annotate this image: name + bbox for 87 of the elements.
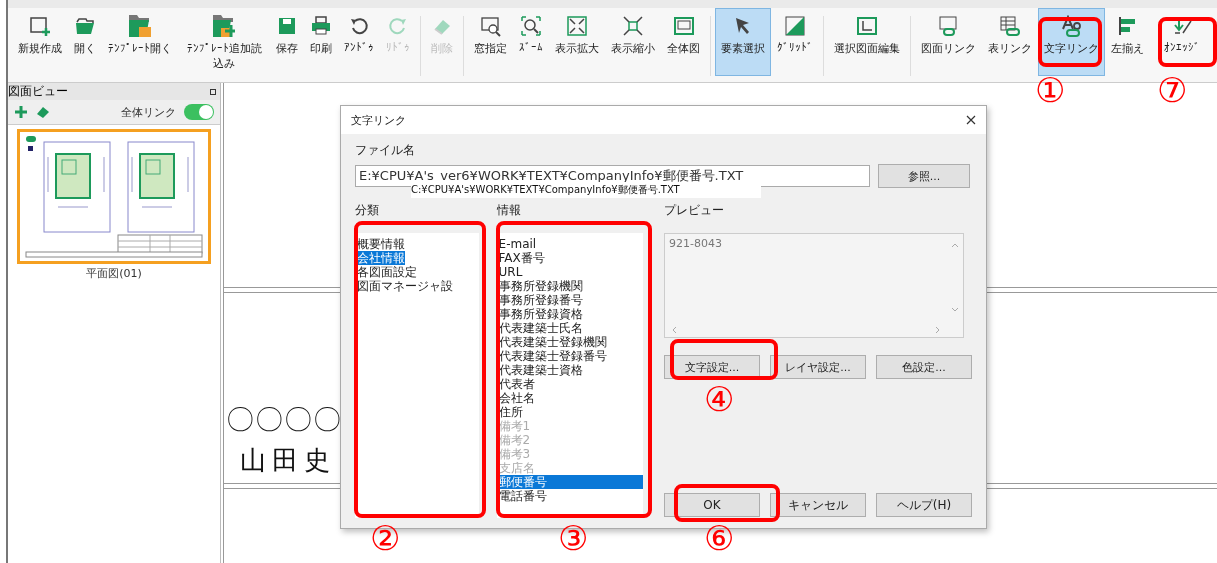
list-item[interactable]: 事務所登録機関 [496, 279, 643, 293]
preview-label: プレビュー [664, 202, 725, 219]
list-item[interactable]: 図面マネージャ設 [355, 279, 453, 293]
expand-icon [566, 15, 588, 37]
template-folder-icon [129, 15, 151, 37]
printer-icon [310, 15, 332, 37]
toolbar-button[interactable]: 図面リンク [915, 8, 982, 76]
highlight-frame [1158, 17, 1217, 67]
toolbar-button[interactable]: 開く [68, 8, 102, 76]
step-number: ③ [558, 520, 589, 556]
canvas-text: 山田史 [240, 444, 336, 477]
list-item[interactable]: 事務所登録資格 [496, 307, 643, 321]
list-item[interactable]: 会社名 [496, 391, 643, 405]
scroll-down-icon [951, 306, 959, 313]
scroll-up-icon [951, 242, 959, 249]
redo-icon [387, 15, 409, 37]
text-link-icon [1060, 15, 1083, 37]
list-item[interactable]: 概要情報 [355, 237, 405, 251]
list-item[interactable]: 代表建築士氏名 [496, 321, 643, 335]
list-item[interactable]: 電話番号 [496, 489, 643, 503]
panel-title: 図面ビュー [8, 83, 68, 100]
link-all-toggle[interactable] [184, 104, 214, 120]
dialog-button[interactable]: ヘルプ(H) [876, 493, 972, 517]
toolbar-button[interactable]: 表示縮小 [605, 8, 661, 76]
toolbar-button[interactable]: 表リンク [982, 8, 1038, 76]
toolbar-button[interactable]: 全体図 [661, 8, 706, 76]
table-link-icon [999, 15, 1021, 37]
list-item[interactable]: 代表者 [496, 377, 643, 391]
list-label: 分類 [355, 202, 380, 219]
toolbar-button[interactable]: 窓指定 [468, 8, 513, 76]
list-label: 情報 [496, 202, 522, 219]
toolbar-button[interactable]: 選択図面編集 [828, 8, 906, 76]
settings-button[interactable]: レイヤ設定... [770, 355, 866, 379]
drawing-link-icon [937, 15, 960, 37]
dialog-button[interactable]: キャンセル [770, 493, 866, 517]
zoom-icon [520, 15, 542, 37]
window-zoom-icon [479, 15, 502, 37]
thumbnail-label: 平面図(01) [86, 266, 142, 281]
save-icon [276, 15, 298, 37]
toolbar-button[interactable]: 保存 [270, 8, 304, 76]
list-item[interactable]: 住所 [496, 405, 643, 419]
path-caption: C:¥CPU¥A's¥WORK¥TEXT¥CompanyInfo¥郵便番号.TXT [411, 182, 761, 198]
list-item[interactable]: 会社情報 [355, 251, 405, 265]
step-number: ② [370, 520, 401, 556]
preview-text: 921-8043 [668, 236, 723, 252]
toolbar-button[interactable]: ｸﾞﾘｯﾄﾞ [771, 8, 819, 76]
link-all-label: 全体リンク [121, 104, 176, 120]
toolbar-button[interactable]: 新規作成 [12, 8, 68, 76]
list-item[interactable]: E-mail [496, 237, 643, 251]
list-item[interactable]: 事務所登録番号 [496, 293, 643, 307]
full-view-icon [672, 15, 695, 37]
list-item[interactable]: 代表建築士登録機関 [496, 335, 643, 349]
field-label: ファイル名 [355, 142, 416, 159]
dialog-button[interactable]: OK [664, 493, 760, 517]
list-item[interactable]: 代表建築士資格 [496, 363, 643, 377]
list-item[interactable]: FAX番号 [496, 251, 643, 265]
pin-icon [210, 88, 216, 95]
toolbar-button[interactable]: ｽﾞｰﾑ [513, 8, 549, 76]
toolbar-button[interactable]: 要素選択 [715, 8, 771, 76]
shrink-icon [622, 15, 644, 37]
canvas-text: 〇〇〇〇 [226, 402, 342, 438]
highlight-frame [1038, 17, 1102, 67]
close-icon[interactable] [966, 115, 976, 125]
browse-button[interactable]: 参照... [878, 164, 970, 188]
grid-icon [784, 15, 806, 37]
toolbar-button[interactable]: ﾃﾝﾌﾟﾚｰﾄ追加読込み [178, 8, 270, 76]
template-add-icon [213, 15, 235, 37]
scroll-right-icon [934, 326, 941, 334]
eraser-icon [36, 105, 50, 119]
step-number: ⑥ [704, 520, 735, 556]
list-item[interactable]: 各図面設定 [355, 265, 417, 279]
drawing-edit-icon [856, 15, 878, 37]
scroll-left-icon [671, 326, 678, 334]
settings-button[interactable]: 色設定... [876, 355, 972, 379]
undo-icon [348, 15, 370, 37]
toolbar-button[interactable]: 印刷 [304, 8, 338, 76]
list-item[interactable]: 代表建築士登録番号 [496, 349, 643, 363]
toolbar-button[interactable]: ﾃﾝﾌﾟﾚｰﾄ開く [102, 8, 178, 76]
toolbar-button[interactable]: ｱﾝﾄﾞｩ [338, 8, 380, 76]
toolbar-button[interactable]: 左揃え [1105, 8, 1150, 76]
add-icon [14, 105, 28, 119]
list-item[interactable]: URL [496, 265, 643, 279]
toolbar-button[interactable]: 表示拡大 [549, 8, 605, 76]
step-number: ④ [704, 381, 735, 417]
new-document-icon [29, 15, 51, 37]
dialog-title: 文字リンク [351, 112, 406, 128]
folder-icon [74, 15, 96, 37]
